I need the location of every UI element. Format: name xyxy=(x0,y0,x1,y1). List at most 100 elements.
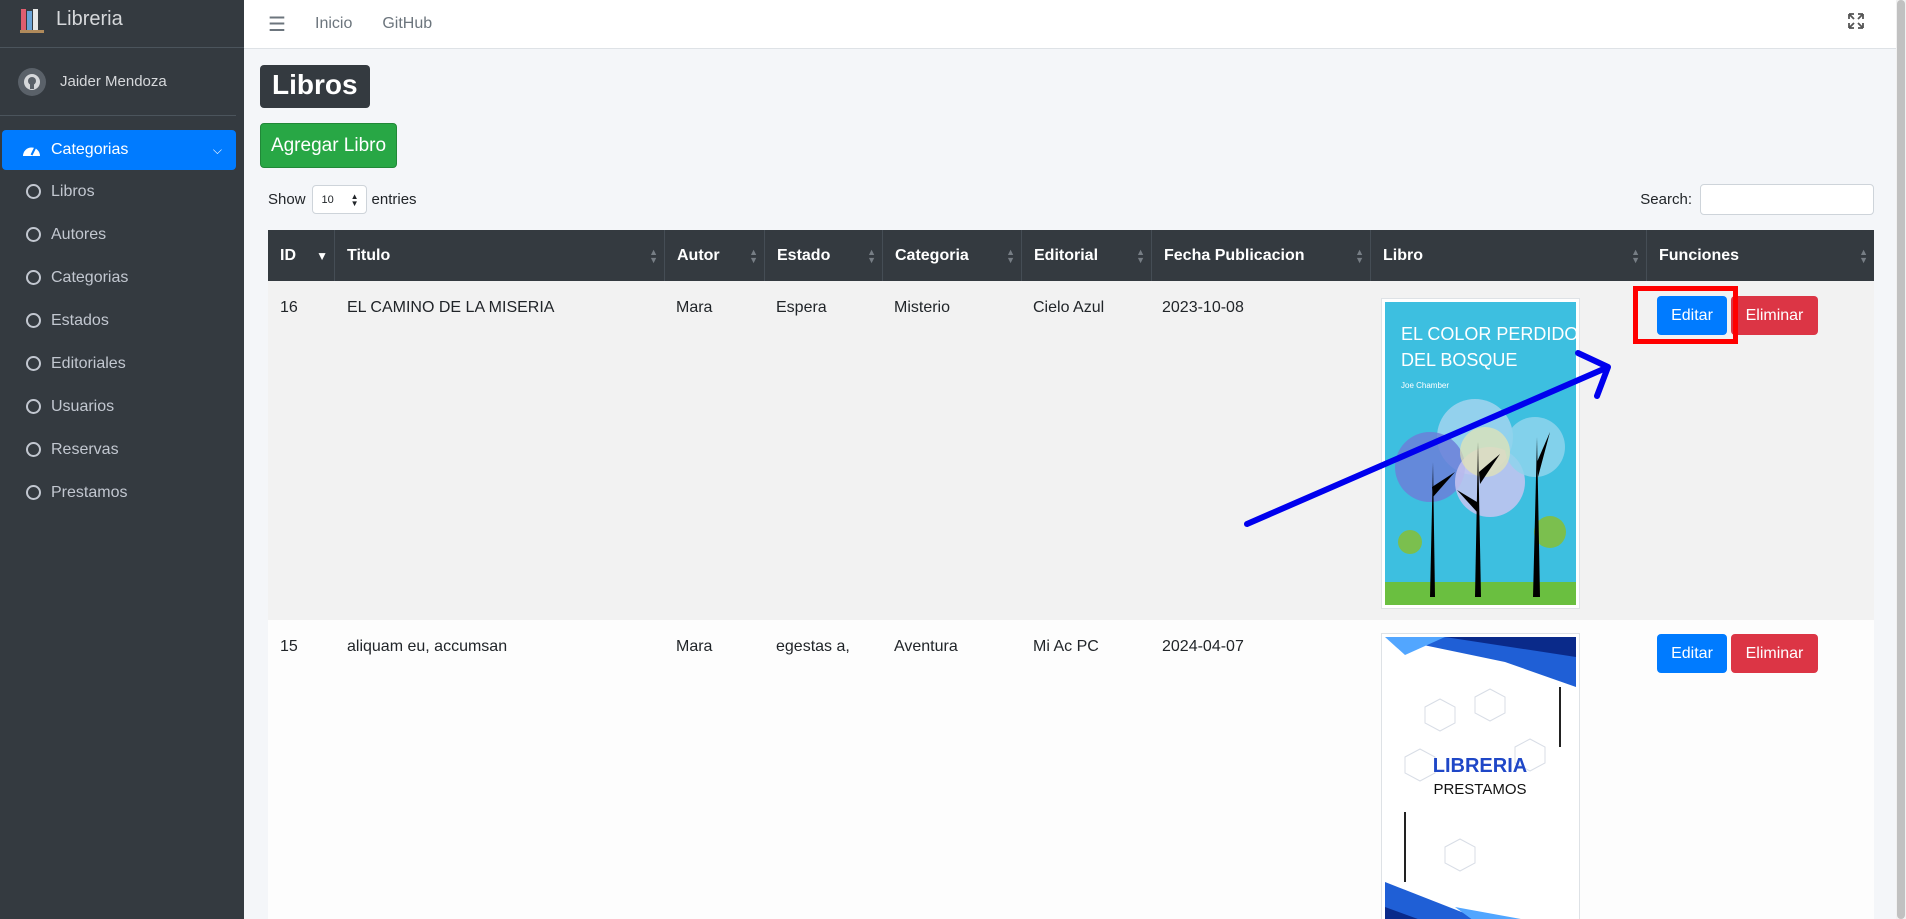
column-header-editorial[interactable]: Editorial ▲ ▼ xyxy=(1022,230,1152,281)
entries-label: entries xyxy=(371,191,417,208)
cover-author: Joe Chamber xyxy=(1401,381,1449,390)
brand-link[interactable]: Libreria xyxy=(0,0,244,48)
column-label: Funciones xyxy=(1659,246,1740,264)
search-input[interactable] xyxy=(1700,184,1874,215)
cell-estado: egestas a, xyxy=(776,638,850,655)
show-label: Show xyxy=(268,191,306,208)
nav-link-github[interactable]: GitHub xyxy=(382,15,432,33)
forest-cover-illustration: EL COLOR PERDIDO DEL BOSQUE Joe Chamber xyxy=(1385,302,1578,605)
select-arrows-icon: ▲ ▼ xyxy=(350,191,359,208)
user-panel[interactable]: Jaider Mendoza xyxy=(0,48,236,116)
circle-icon xyxy=(26,442,41,457)
column-header-autor[interactable]: Autor ▲ ▼ xyxy=(665,230,765,281)
sort-icon: ▲ ▼ xyxy=(1631,247,1640,265)
sidebar-active-label: Categorias xyxy=(51,141,129,158)
circle-icon xyxy=(26,399,41,414)
sidebar-item-editoriales[interactable]: Editoriales xyxy=(2,342,236,385)
sort-desc-icon: ▼ xyxy=(316,249,328,263)
circle-icon xyxy=(26,270,41,285)
sidebar-item-label: Reservas xyxy=(51,440,119,458)
github-icon xyxy=(24,73,40,90)
cell-editorial: Mi Ac PC xyxy=(1033,638,1099,655)
column-label: Titulo xyxy=(347,246,391,264)
sort-icon: ▲ ▼ xyxy=(867,247,876,265)
cover-title-line-2: DEL BOSQUE xyxy=(1401,350,1517,370)
search-label: Search: xyxy=(1640,191,1692,208)
column-label: Estado xyxy=(777,246,831,264)
user-name: Jaider Mendoza xyxy=(60,73,167,90)
sidebar-item-autores[interactable]: Autores xyxy=(2,213,236,256)
entries-length-control: Show 10 ▲ ▼ entries xyxy=(268,185,417,214)
menu-toggle-icon[interactable]: ☰ xyxy=(268,12,288,37)
circle-icon xyxy=(26,227,41,242)
entries-value: 10 xyxy=(321,193,334,206)
sidebar-item-categorias-menu[interactable]: Categorias ⌵ xyxy=(2,130,236,170)
entries-select[interactable]: 10 ▲ ▼ xyxy=(311,185,367,214)
book-cover-image: EL COLOR PERDIDO DEL BOSQUE Joe Chamber xyxy=(1381,298,1580,609)
sidebar-item-reservas[interactable]: Reservas xyxy=(2,428,236,471)
cell-fecha: 2023-10-08 xyxy=(1162,299,1244,316)
cell-categoria: Aventura xyxy=(894,638,958,655)
brand-text: Libreria xyxy=(56,8,123,30)
cover-title-line-2: PRESTAMOS xyxy=(1433,781,1526,798)
sidebar-item-label: Prestamos xyxy=(51,483,128,501)
cell-fecha: 2024-04-07 xyxy=(1162,638,1244,655)
cell-autor: Mara xyxy=(676,638,713,655)
annotation-highlight-box xyxy=(1633,286,1738,344)
cell-editorial: Cielo Azul xyxy=(1033,299,1105,316)
cover-title-line-1: LIBRERIA xyxy=(1433,755,1527,777)
cover-title-line-1: EL COLOR PERDIDO xyxy=(1401,324,1576,344)
table-search: Search: xyxy=(1640,184,1874,215)
add-book-button[interactable]: Agregar Libro xyxy=(260,123,397,168)
page-scrollbar[interactable] xyxy=(1896,0,1906,919)
sidebar-item-categorias[interactable]: Categorias xyxy=(2,256,236,299)
sidebar-nav: Categorias ⌵ Libros Autores Categorias E… xyxy=(0,116,244,514)
circle-icon xyxy=(26,356,41,371)
table-header: ID ▼ Titulo ▲ ▼ Autor ▲ ▼ Estado ▲ ▼ Catego… xyxy=(268,230,1874,281)
column-label: Autor xyxy=(677,246,720,264)
cell-categoria: Misterio xyxy=(894,299,951,316)
sidebar: Libreria Jaider Mendoza Categorias ⌵ Lib… xyxy=(0,0,244,919)
column-header-estado[interactable]: Estado ▲ ▼ xyxy=(765,230,883,281)
sidebar-item-prestamos[interactable]: Prestamos xyxy=(2,471,236,514)
sort-icon: ▲ ▼ xyxy=(1136,247,1145,265)
sidebar-item-label: Libros xyxy=(51,182,95,200)
top-navbar: ☰ Inicio GitHub xyxy=(244,0,1896,49)
chevron-down-icon: ⌵ xyxy=(212,142,222,157)
sidebar-item-usuarios[interactable]: Usuarios xyxy=(2,385,236,428)
sidebar-item-label: Editoriales xyxy=(51,354,126,372)
user-avatar xyxy=(18,67,46,96)
book-cover-image: LIBRERIA PRESTAMOS xyxy=(1381,633,1580,919)
column-label: ID xyxy=(280,246,296,264)
sort-icon: ▲ ▼ xyxy=(1355,247,1364,265)
sidebar-item-estados[interactable]: Estados xyxy=(2,299,236,342)
sort-icon: ▲ ▼ xyxy=(1859,247,1868,265)
cell-titulo: EL CAMINO DE LA MISERIA xyxy=(347,299,555,316)
column-label: Fecha Publicacion xyxy=(1164,246,1305,264)
scrollbar-thumb[interactable] xyxy=(1897,0,1905,919)
libreria-cover-illustration: LIBRERIA PRESTAMOS xyxy=(1385,637,1576,919)
table-row: 15 aliquam eu, accumsan Mara egestas a, … xyxy=(268,620,1874,919)
nav-link-inicio[interactable]: Inicio xyxy=(315,15,352,33)
column-label: Libro xyxy=(1383,246,1423,264)
sort-icon: ▲ ▼ xyxy=(749,247,758,265)
fullscreen-expand-icon[interactable] xyxy=(1848,13,1864,29)
column-label: Editorial xyxy=(1034,246,1099,264)
column-header-id[interactable]: ID ▼ xyxy=(268,230,335,281)
column-header-funciones[interactable]: Funciones ▲ ▼ xyxy=(1647,230,1874,281)
delete-button[interactable]: Eliminar xyxy=(1731,296,1818,335)
column-header-fecha[interactable]: Fecha Publicacion ▲ ▼ xyxy=(1152,230,1371,281)
column-header-categoria[interactable]: Categoria ▲ ▼ xyxy=(883,230,1022,281)
edit-button[interactable]: Editar xyxy=(1657,634,1727,673)
sidebar-item-label: Estados xyxy=(51,311,109,329)
delete-button[interactable]: Eliminar xyxy=(1731,634,1818,673)
circle-icon xyxy=(26,485,41,500)
cell-autor: Mara xyxy=(676,299,713,316)
sidebar-item-label: Usuarios xyxy=(51,397,115,415)
column-header-libro[interactable]: Libro ▲ ▼ xyxy=(1371,230,1647,281)
cell-id: 15 xyxy=(280,638,298,655)
sidebar-item-label: Autores xyxy=(51,225,107,243)
sidebar-item-libros[interactable]: Libros xyxy=(2,170,236,213)
cell-estado: Espera xyxy=(776,299,827,316)
column-header-titulo[interactable]: Titulo ▲ ▼ xyxy=(335,230,665,281)
